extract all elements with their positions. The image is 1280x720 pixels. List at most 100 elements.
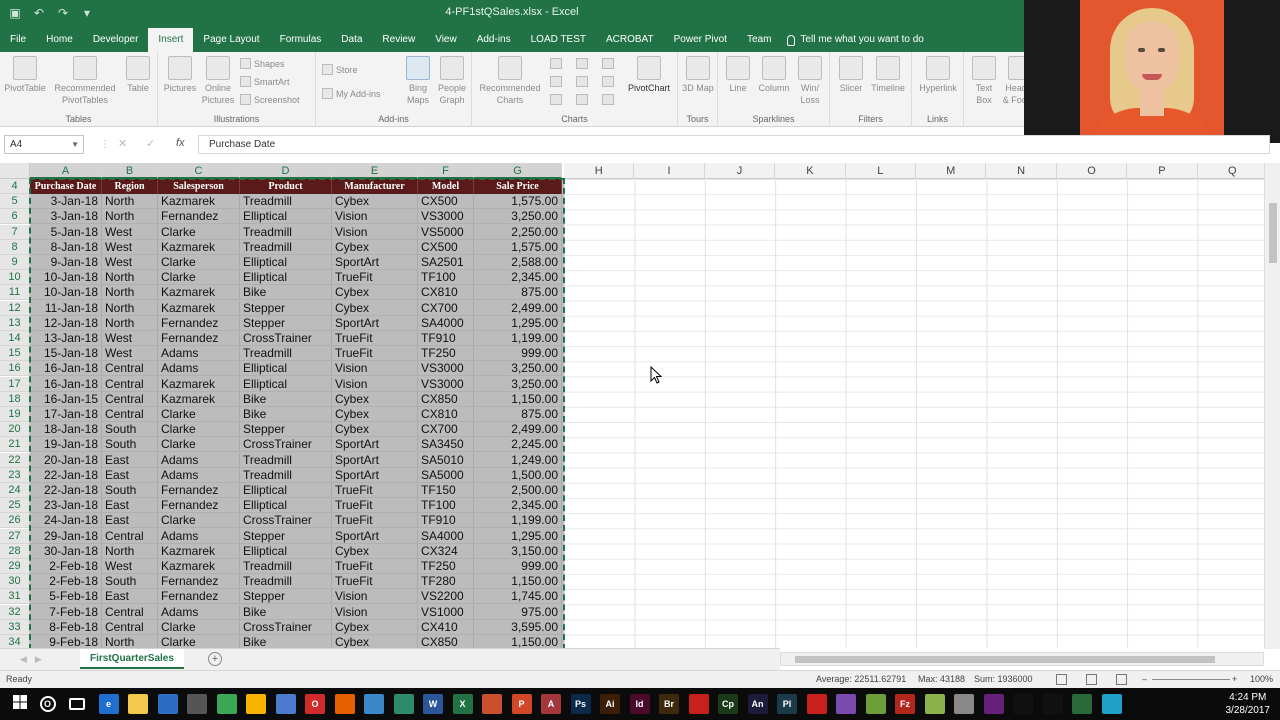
table-cell[interactable]: 3,250.00: [474, 209, 562, 225]
table-cell[interactable]: 5-Jan-18: [30, 224, 102, 240]
table-cell[interactable]: SA5010: [418, 452, 474, 468]
table-cell[interactable]: Clarke: [158, 619, 240, 635]
table-cell[interactable]: East: [102, 452, 158, 468]
table-cell[interactable]: North: [102, 285, 158, 301]
table-cell[interactable]: 22-Jan-18: [30, 483, 102, 498]
tab-data[interactable]: Data: [331, 28, 372, 52]
table-cell[interactable]: CX700: [418, 300, 474, 316]
table-cell[interactable]: North: [102, 543, 158, 559]
table-cell[interactable]: 2,345.00: [474, 498, 562, 514]
tab-page-layout[interactable]: Page Layout: [193, 28, 269, 52]
table-cell[interactable]: Kazmarek: [158, 194, 240, 210]
table-cell[interactable]: Central: [102, 361, 158, 377]
visual-studio-icon[interactable]: [983, 694, 1004, 714]
pictures-button[interactable]: Pictures: [162, 56, 198, 94]
table-cell[interactable]: CX810: [418, 285, 474, 301]
tab-home[interactable]: Home: [36, 28, 83, 52]
table-cell[interactable]: SportArt: [332, 467, 418, 483]
row-header[interactable]: 16: [0, 361, 30, 377]
page-layout-view-icon[interactable]: [1086, 674, 1097, 685]
store-icon[interactable]: [157, 694, 178, 714]
table-cell[interactable]: TF250: [418, 559, 474, 574]
table-cell[interactable]: CrossTrainer: [240, 437, 332, 453]
table-cell[interactable]: Clarke: [158, 422, 240, 438]
table-cell[interactable]: 17-Jan-18: [30, 407, 102, 422]
table-cell[interactable]: 2,499.00: [474, 422, 562, 438]
table-cell[interactable]: 1,199.00: [474, 513, 562, 529]
table-cell[interactable]: West: [102, 331, 158, 346]
table-cell[interactable]: 29-Jan-18: [30, 528, 102, 544]
app3-icon[interactable]: [836, 694, 856, 714]
row-header[interactable]: 10: [0, 270, 30, 286]
table-header-cell[interactable]: Region: [102, 179, 158, 194]
column-header-m[interactable]: M: [916, 163, 987, 179]
table-cell[interactable]: Cybex: [332, 300, 418, 316]
table-cell[interactable]: Stepper: [240, 300, 332, 316]
shapes-button[interactable]: Shapes: [240, 58, 285, 69]
app6-icon[interactable]: [1013, 694, 1033, 714]
tab-file[interactable]: File: [0, 28, 36, 52]
table-cell[interactable]: CrossTrainer: [240, 619, 332, 635]
pie-chart-icon[interactable]: [550, 94, 562, 105]
table-cell[interactable]: East: [102, 589, 158, 605]
table-cell[interactable]: Treadmill: [240, 194, 332, 210]
row-header[interactable]: 13: [0, 315, 30, 331]
table-cell[interactable]: Elliptical: [240, 483, 332, 498]
table-cell[interactable]: 18-Jan-18: [30, 422, 102, 438]
table-cell[interactable]: Elliptical: [240, 498, 332, 514]
table-cell[interactable]: East: [102, 467, 158, 483]
recommended-pivottables-button[interactable]: Recommended PivotTables: [52, 56, 118, 106]
table-cell[interactable]: SA2501: [418, 255, 474, 270]
table-cell[interactable]: 975.00: [474, 604, 562, 620]
table-cell[interactable]: 1,575.00: [474, 239, 562, 255]
horizontal-scrollbar[interactable]: [780, 652, 1264, 666]
table-cell[interactable]: SA3450: [418, 437, 474, 453]
table-cell[interactable]: 20-Jan-18: [30, 452, 102, 468]
table-cell[interactable]: TF100: [418, 498, 474, 514]
access-icon[interactable]: A: [541, 694, 561, 714]
table-cell[interactable]: VS3000: [418, 209, 474, 225]
people-graph-button[interactable]: People Graph: [436, 56, 468, 106]
table-cell[interactable]: 3,595.00: [474, 619, 562, 635]
table-cell[interactable]: CX500: [418, 239, 474, 255]
row-header[interactable]: 33: [0, 619, 30, 635]
table-cell[interactable]: West: [102, 239, 158, 255]
column-header-a[interactable]: A: [30, 163, 102, 179]
table-cell[interactable]: TrueFit: [332, 331, 418, 346]
table-cell[interactable]: Treadmill: [240, 239, 332, 255]
acrobat-icon[interactable]: [688, 694, 709, 714]
table-cell[interactable]: 875.00: [474, 407, 562, 422]
table-cell[interactable]: 2-Feb-18: [30, 559, 102, 574]
table-cell[interactable]: SportArt: [332, 528, 418, 544]
row-header[interactable]: 15: [0, 346, 30, 362]
table-cell[interactable]: CrossTrainer: [240, 331, 332, 346]
slicer-button[interactable]: Slicer: [836, 56, 866, 94]
table-cell[interactable]: Fernandez: [158, 498, 240, 514]
table-cell[interactable]: Kazmarek: [158, 543, 240, 559]
table-cell[interactable]: 1,295.00: [474, 528, 562, 544]
table-cell[interactable]: Clarke: [158, 407, 240, 422]
row-header[interactable]: 31: [0, 589, 30, 605]
table-header-cell[interactable]: Product: [240, 179, 332, 194]
table-cell[interactable]: West: [102, 346, 158, 362]
zoom-level[interactable]: 100%: [1250, 674, 1273, 684]
table-cell[interactable]: 3,150.00: [474, 543, 562, 559]
table-cell[interactable]: East: [102, 498, 158, 514]
table-cell[interactable]: Clarke: [158, 513, 240, 529]
column-header-p[interactable]: P: [1127, 163, 1198, 179]
table-cell[interactable]: Clarke: [158, 224, 240, 240]
table-cell[interactable]: South: [102, 483, 158, 498]
table-cell[interactable]: 30-Jan-18: [30, 543, 102, 559]
table-cell[interactable]: VS1000: [418, 604, 474, 620]
sparkline-winloss-button[interactable]: Win/ Loss: [796, 56, 824, 106]
table-cell[interactable]: 2,345.00: [474, 270, 562, 286]
column-header-h[interactable]: H: [564, 163, 635, 179]
chevron-down-icon[interactable]: ▼: [71, 136, 79, 153]
table-cell[interactable]: 7-Feb-18: [30, 604, 102, 620]
column-header-q[interactable]: Q: [1197, 163, 1268, 179]
table-cell[interactable]: CX850: [418, 391, 474, 407]
table-cell[interactable]: 12-Jan-18: [30, 315, 102, 331]
row-header[interactable]: 20: [0, 422, 30, 438]
tell-me-search[interactable]: Tell me what you want to do: [787, 28, 924, 52]
tab-insert[interactable]: Insert: [148, 28, 194, 52]
